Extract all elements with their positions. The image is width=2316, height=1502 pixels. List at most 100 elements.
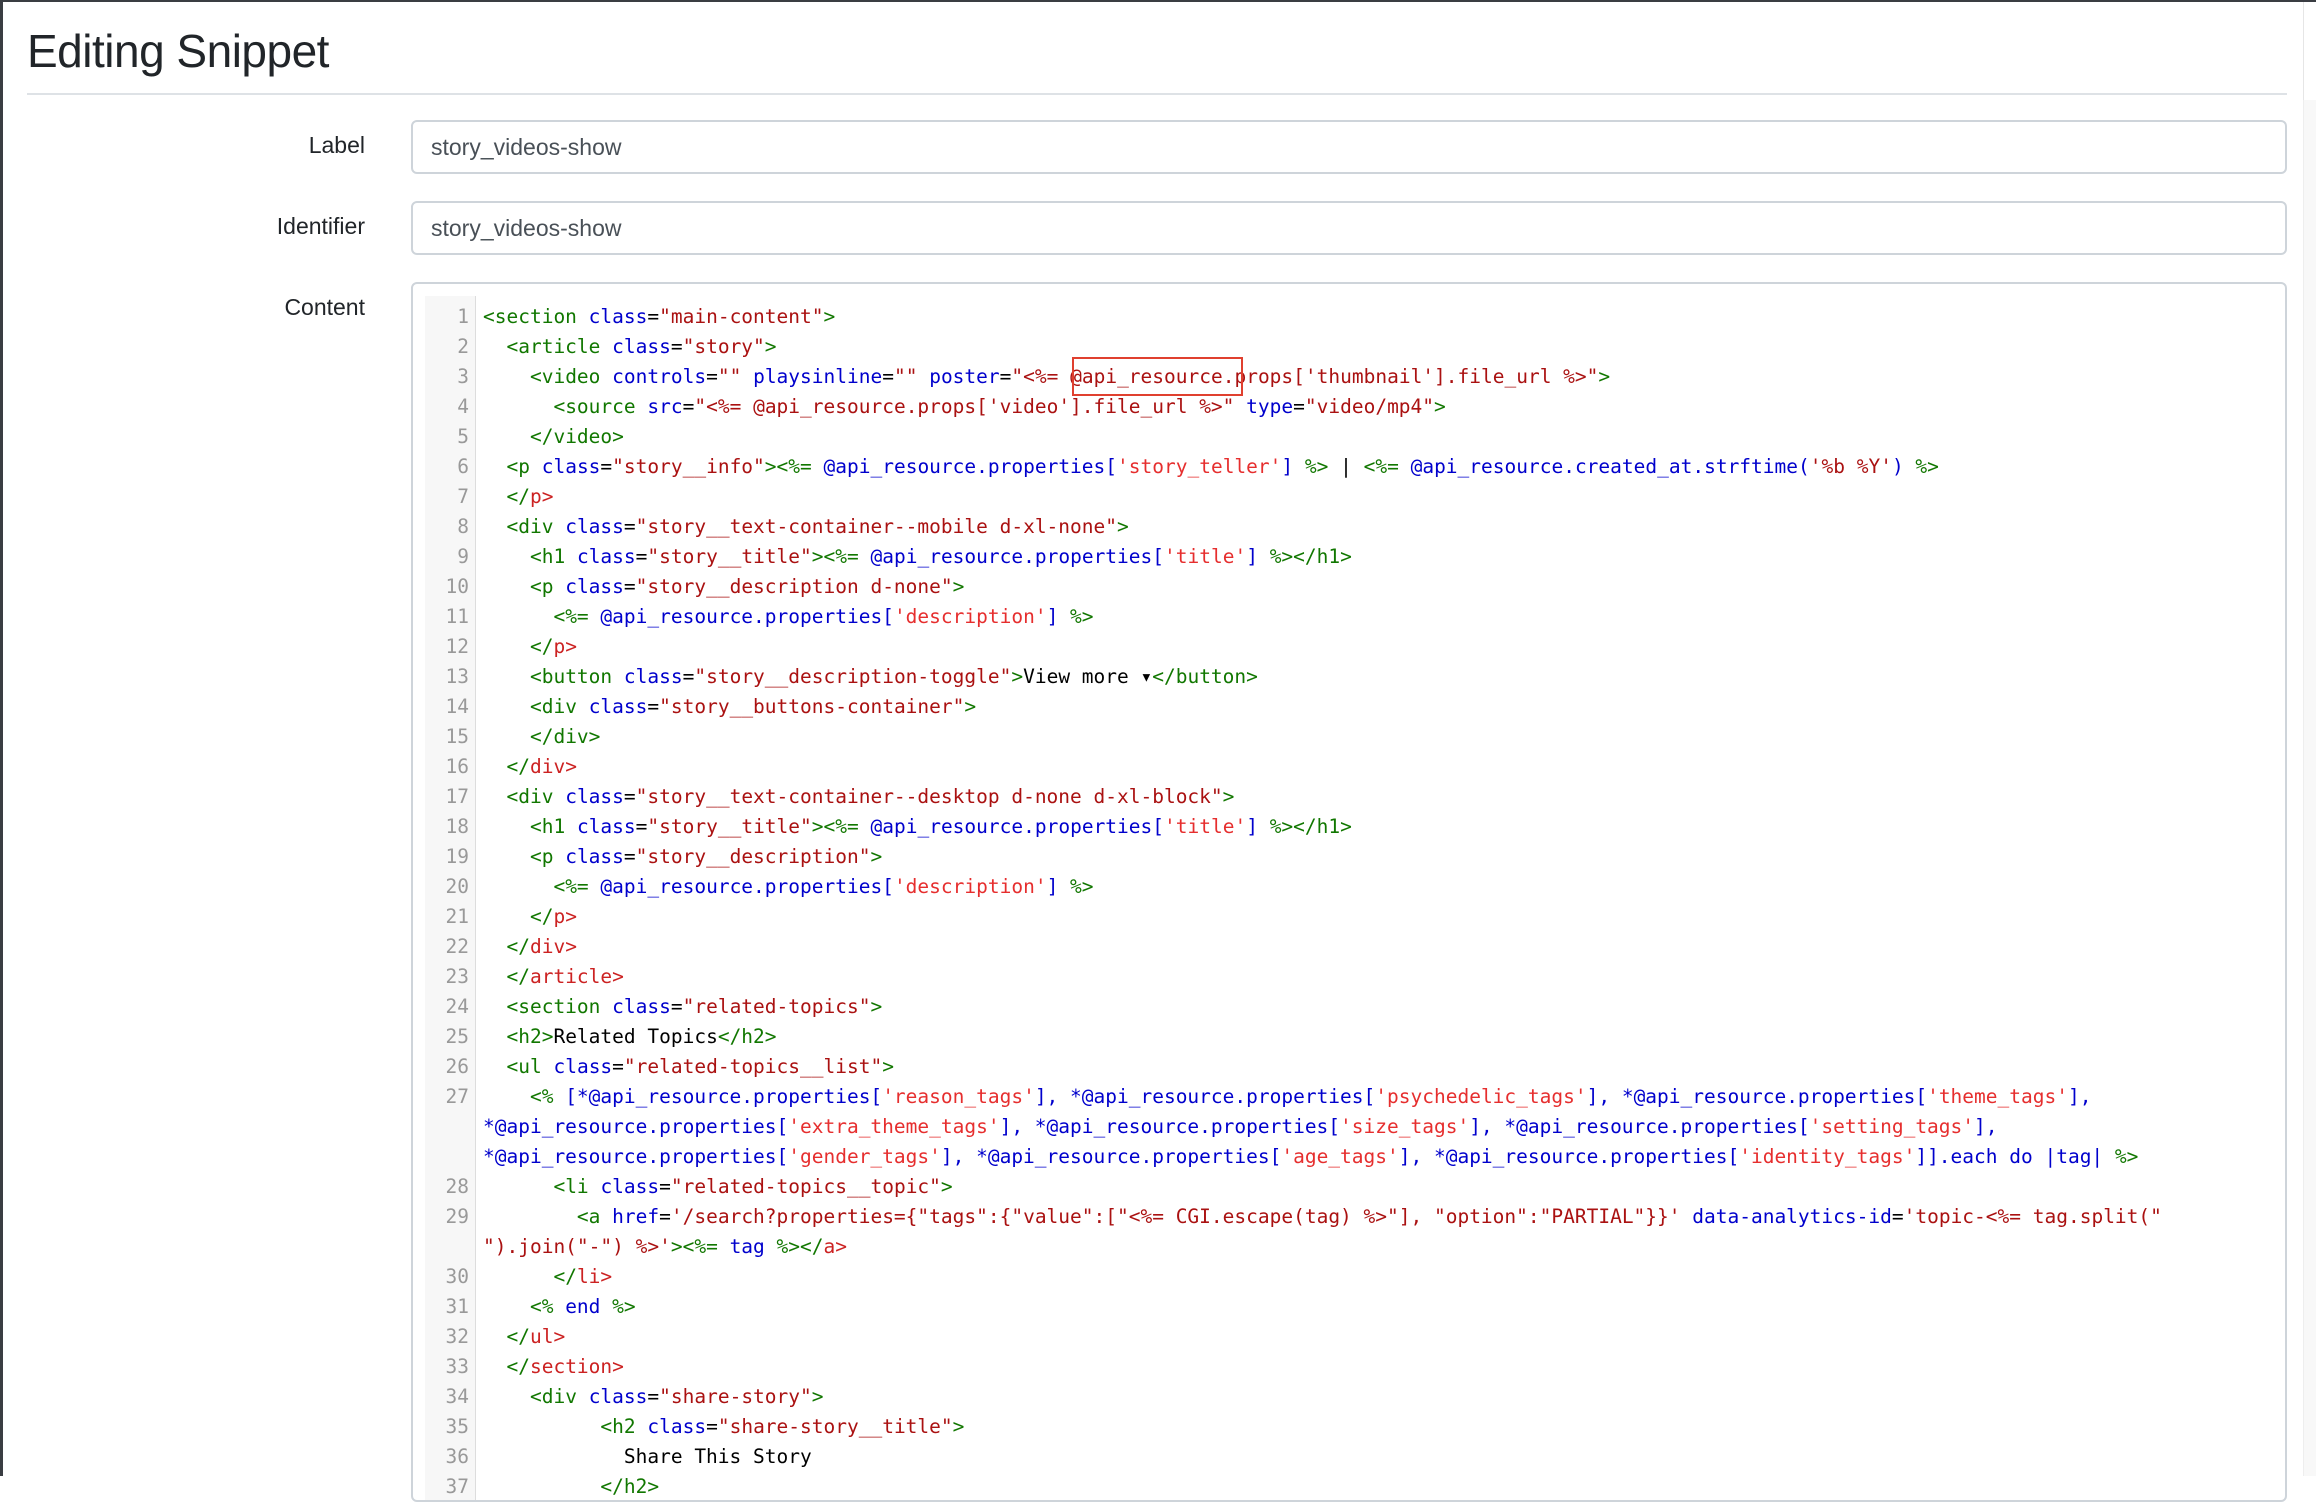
code-token: = [612,1055,624,1078]
code-line[interactable]: 36 Share This Story [425,1442,2265,1472]
code-token: <%= [1363,455,1399,478]
code-token: class [623,665,683,688]
code-line[interactable]: 9 <h1 class="story__title"><%= @api_reso… [425,542,2265,572]
code-token: = [670,335,683,358]
code-token: = [706,365,718,388]
code-token: div> [529,755,577,778]
code-line[interactable]: 20 <%= @api_resource.properties['descrip… [425,872,2265,902]
code-line[interactable]: 19 <p class="story__description"> [425,842,2265,872]
code-token: > [1117,515,1129,538]
code-token: class [588,695,648,718]
code-line[interactable]: 6 <p class="story__info"><%= @api_resour… [425,452,2265,482]
label-input[interactable] [411,120,2287,174]
code-token: = [623,515,636,538]
code-line[interactable]: 13 <button class="story__description-tog… [425,662,2265,692]
content-code-editor[interactable]: 1 <section class="main-content"> 2 <articl… [411,282,2287,1502]
code-line[interactable]: 21 </p> [425,902,2265,932]
code-token: <p [529,845,554,868]
code-line[interactable]: 35 <h2 class="share-story__title"> [425,1412,2265,1442]
code-token: <div [506,515,554,538]
code-line[interactable]: 34 <div class="share-story"> [425,1382,2265,1412]
line-number: 35 [445,1415,469,1438]
code-line[interactable]: 31 <% end %> [425,1292,2265,1322]
code-line[interactable]: 16 </div> [425,752,2265,782]
code-token: ], [1974,1115,1998,1138]
code-token: *@api_resource.properties[ [483,1115,789,1138]
identifier-input[interactable] [411,201,2287,255]
code-token: | [1328,455,1364,478]
code-line[interactable]: 10 <p class="story__description d-none"> [425,572,2265,602]
code-token: ], [2067,1085,2092,1108]
code-line[interactable]: 11 <%= @api_resource.properties['descrip… [425,602,2265,632]
code-line[interactable]: 4 <source src="<%= @api_resource.props['… [425,392,2265,422]
code-line[interactable]: 28 <li class="related-topics__topic"> [425,1172,2265,1202]
code-token: "" [717,365,742,388]
code-token: ] [1246,815,1270,838]
code-line[interactable]: 15 </div> [425,722,2265,752]
code-token: 'size_tags' [1340,1115,1470,1138]
code-line-text: <button class="story__description-toggle… [475,662,1258,692]
code-line[interactable]: 25 <h2>Related Topics</h2> [425,1022,2265,1052]
code-token: src [647,395,683,418]
code-line[interactable]: 2 <article class="story"> [425,332,2265,362]
code-line[interactable]: 22 </div> [425,932,2265,962]
code-line[interactable]: 1 <section class="main-content"> [425,302,2265,332]
code-line[interactable]: 37 </h2> [425,1472,2265,1500]
code-token: ul> [529,1325,566,1348]
code-line[interactable]: 18 <h1 class="story__title"><%= @api_res… [425,812,2265,842]
code-token: > [1222,785,1235,808]
code-token: <%= [682,1235,718,1258]
code-line[interactable]: *@api_resource.properties['gender_tags']… [425,1142,2265,1172]
code-line[interactable]: 27 <% [*@api_resource.properties['reason… [425,1082,2265,1112]
code-line-text: <h1 class="story__title"><%= @api_resour… [475,542,1352,572]
code-token: > [870,995,883,1018]
code-line[interactable]: 26 <ul class="related-topics__list"> [425,1052,2265,1082]
code-line[interactable]: 23 </article> [425,962,2265,992]
code-token: "story__title" [647,545,812,568]
code-area[interactable]: 1 <section class="main-content"> 2 <articl… [425,302,2265,1500]
code-token: <div [529,1385,577,1408]
code-token: 'age_tags' [1281,1145,1399,1168]
code-line[interactable]: ").join("-") %>'><%= tag %></a> [425,1232,2265,1262]
line-number: 26 [445,1055,469,1078]
code-token: "<%= @api_resource.props['thumbnail'].fi… [1011,365,1599,388]
code-line-text: <ul class="related-topics__list"> [475,1052,893,1082]
code-line[interactable]: 14 <div class="story__buttons-container"… [425,692,2265,722]
code-token: 'setting_tags' [1809,1115,1975,1138]
code-token: ) [1891,455,1916,478]
code-line[interactable]: 5 </video> [425,422,2265,452]
code-token: </ [553,1265,577,1288]
code-token: <article [506,335,601,358]
code-token: class [647,1415,707,1438]
line-number [425,1142,475,1172]
code-line[interactable]: 29 <a href='/search?properties={"tags":{… [425,1202,2265,1232]
code-line-text: <a href='/search?properties={"tags":{"va… [475,1202,2162,1232]
code-line[interactable]: 32 </ul> [425,1322,2265,1352]
page-scrollbar[interactable] [2303,100,2316,1476]
code-line[interactable]: 7 </p> [425,482,2265,512]
code-line[interactable]: *@api_resource.properties['extra_theme_t… [425,1112,2265,1142]
code-line[interactable]: 24 <section class="related-topics"> [425,992,2265,1022]
code-token: div> [529,935,577,958]
code-line[interactable]: 3 <video controls="" playsinline="" post… [425,362,2265,392]
code-token: > [940,1175,953,1198]
code-token: </ [529,905,554,928]
code-token: controls [612,365,707,388]
code-line[interactable]: 8 <div class="story__text-container--mob… [425,512,2265,542]
code-line[interactable]: 30 </li> [425,1262,2265,1292]
code-line-text: ").join("-") %>'><%= tag %></a> [475,1232,847,1262]
code-line[interactable]: 33 </section> [425,1352,2265,1382]
line-number [425,1232,475,1262]
code-line[interactable]: 12 </p> [425,632,2265,662]
code-line[interactable]: 17 <div class="story__text-container--de… [425,782,2265,812]
code-token: </ [506,755,530,778]
